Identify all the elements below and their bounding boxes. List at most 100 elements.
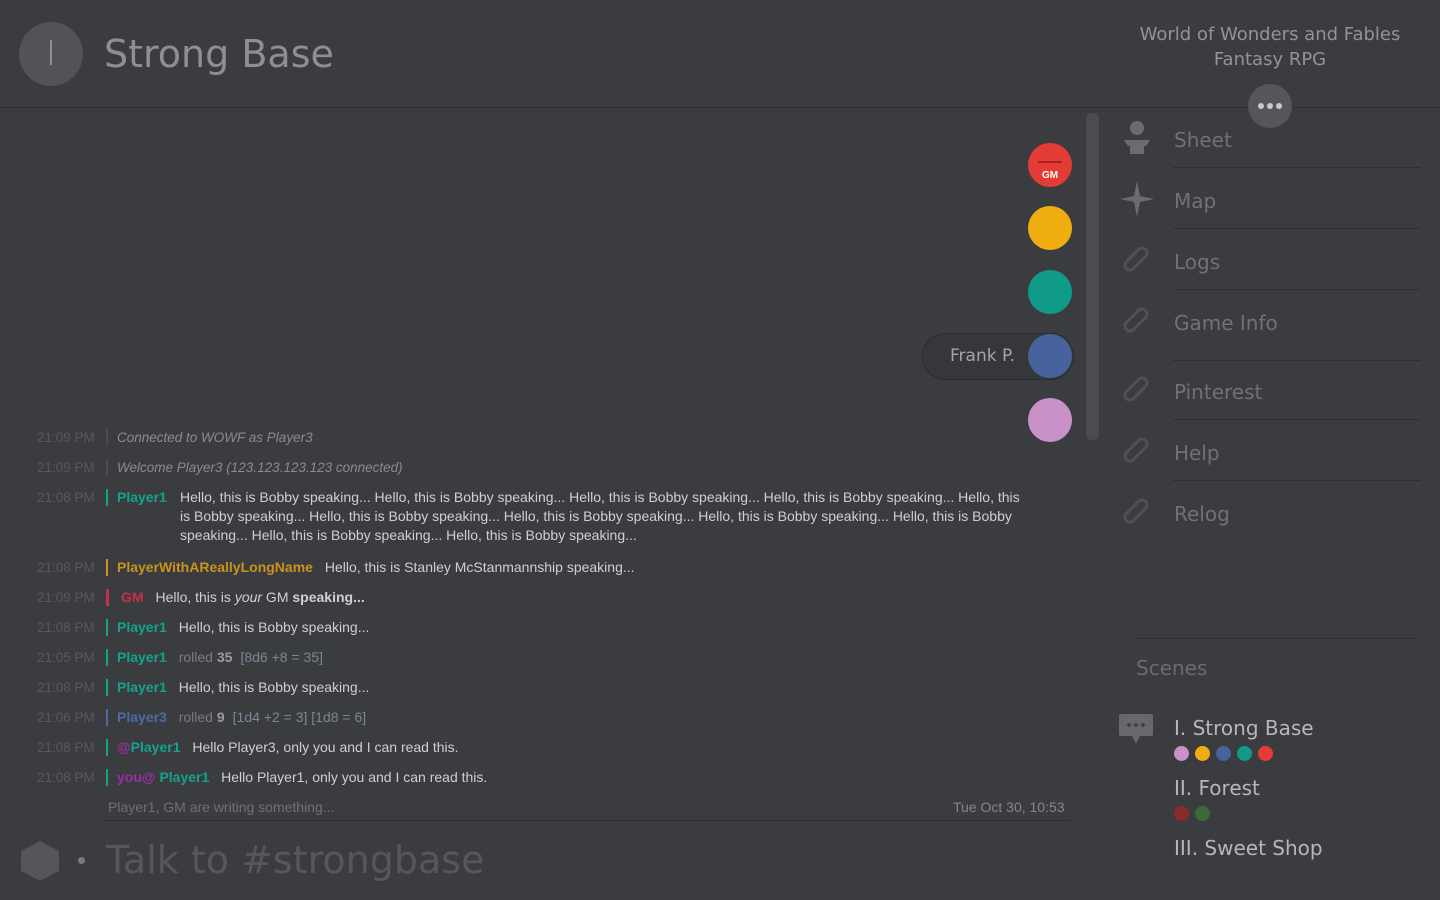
- emphasis-text: your: [234, 589, 263, 605]
- scene-item-forest[interactable]: II. Forest: [1174, 776, 1260, 821]
- menu-item-help[interactable]: Help: [1116, 429, 1420, 481]
- message-body: Welcome Player3 (123.123.123.123 connect…: [117, 458, 1029, 477]
- message-time: 21:09 PM: [37, 460, 95, 475]
- player-avatar[interactable]: [1028, 398, 1072, 442]
- message-bar: [106, 619, 108, 636]
- message-text: Hello Player3, only you and I can read t…: [192, 739, 459, 755]
- menu-item-label: Map: [1174, 189, 1217, 213]
- menu-item-label: Pinterest: [1174, 380, 1263, 404]
- message-time: 21:06 PM: [37, 710, 95, 725]
- menu-item-relog[interactable]: Relog: [1116, 490, 1420, 542]
- link-icon: [1123, 437, 1149, 463]
- scene-name: I. Strong Base: [1174, 716, 1314, 740]
- message-text: Hello, this is Bobby speaking... Hello, …: [180, 489, 1020, 543]
- menu-divider: [1173, 289, 1420, 290]
- dice-hex-icon[interactable]: [21, 841, 59, 881]
- message-body: Player1 Hello, this is Bobby speaking... …: [117, 488, 1029, 545]
- message-body: Player1 Hello, this is Bobby speaking...: [117, 678, 1029, 697]
- message-time: 21:09 PM: [37, 430, 95, 445]
- roll-value: 9: [216, 709, 225, 725]
- menu-item-map[interactable]: Map: [1116, 177, 1420, 229]
- menu-item-label: Relog: [1174, 502, 1230, 526]
- message-time: 21:09 PM: [37, 590, 95, 605]
- menu-item-label: Help: [1174, 441, 1220, 465]
- sender-name[interactable]: GM: [121, 589, 144, 605]
- menu-item-pinterest[interactable]: Pinterest: [1116, 368, 1420, 420]
- message-bar: [106, 739, 108, 756]
- game-name: World of Wonders and Fables Fantasy RPG: [1120, 22, 1420, 72]
- more-dot-icon: [1258, 103, 1264, 109]
- top-header: I Strong Base World of Wonders and Fable…: [0, 0, 1440, 108]
- character-sheet-icon: [1124, 121, 1150, 154]
- message-time: 21:08 PM: [37, 620, 95, 635]
- player-dot: [1258, 746, 1273, 761]
- message-body: Player1 Hello, this is Bobby speaking...: [117, 618, 1029, 637]
- gm-avatar-label: GM: [1041, 170, 1059, 181]
- current-datetime: Tue Oct 30, 10:53: [953, 799, 1065, 815]
- chat-scrollbar[interactable]: [1086, 113, 1099, 440]
- player-avatar[interactable]: [1028, 206, 1072, 250]
- menu-item-logs[interactable]: Logs: [1116, 238, 1420, 290]
- player-avatar-frank[interactable]: [1028, 334, 1072, 378]
- chat-input[interactable]: [106, 834, 1066, 886]
- message-bar: [106, 679, 108, 696]
- sender-name[interactable]: Player1: [117, 679, 167, 695]
- message-bar: [106, 649, 108, 666]
- compass-star-icon: [1120, 181, 1154, 217]
- game-system: Fantasy RPG: [1213, 49, 1327, 70]
- menu-item-label: Sheet: [1174, 128, 1232, 152]
- message-body: Player1 rolled 35 [8d6 +8 = 35]: [117, 648, 1029, 667]
- scene-item-sweet-shop[interactable]: III. Sweet Shop: [1174, 836, 1323, 860]
- roll-action: rolled: [178, 649, 213, 665]
- player-dot: [1195, 746, 1210, 761]
- typing-indicator: Player1, GM are writing something...: [108, 799, 335, 815]
- player-dot: [1174, 806, 1189, 821]
- bold-text: speaking...: [292, 589, 365, 605]
- sender-name[interactable]: Player3: [117, 709, 167, 725]
- message-bar: [106, 459, 108, 476]
- message-body: @Player1 Hello Player3, only you and I c…: [117, 738, 1029, 757]
- message-bar: [106, 559, 108, 576]
- input-bullet-icon: [78, 857, 85, 864]
- scene-players: [1174, 746, 1314, 761]
- link-icon: [1123, 376, 1149, 402]
- roll-detail: [8d6 +8 = 35]: [240, 649, 323, 665]
- message-text: Hello, this is Bobby speaking...: [178, 679, 370, 695]
- scene-name: III. Sweet Shop: [1174, 836, 1323, 860]
- scene-players: [1174, 806, 1260, 821]
- menu-divider: [1173, 419, 1420, 420]
- message-text: Hello, this is Stanley McStanmannship sp…: [324, 559, 635, 575]
- message-time: 21:08 PM: [37, 680, 95, 695]
- menu-item-game-info[interactable]: Game Info: [1116, 299, 1420, 351]
- message-body: you@ Player1 Hello Player1, only you and…: [117, 768, 1029, 787]
- roll-detail: [1d4 +2 = 3] [1d8 = 6]: [232, 709, 367, 725]
- sender-name[interactable]: PlayerWithAReallyLongName: [117, 559, 313, 575]
- sender-name[interactable]: Player1: [159, 769, 209, 785]
- player-avatar[interactable]: [1028, 270, 1072, 314]
- message-body: Player3 rolled 9 [1d4 +2 = 3] [1d8 = 6]: [117, 708, 1029, 727]
- link-icon: [1123, 307, 1149, 333]
- gm-hat-icon: [1038, 149, 1062, 163]
- sender-name[interactable]: Player1: [117, 488, 172, 507]
- message-body: Connected to WOWF as Player3: [117, 428, 1029, 447]
- more-options-button[interactable]: [1248, 84, 1292, 128]
- player-dot: [1237, 746, 1252, 761]
- whisper-prefix: you@: [117, 769, 156, 785]
- sender-name[interactable]: Player1: [117, 649, 167, 665]
- sender-name[interactable]: Player1: [117, 619, 167, 635]
- message-time: 21:05 PM: [37, 650, 95, 665]
- player-dot: [1216, 746, 1231, 761]
- message-bar: [106, 769, 108, 786]
- scene-name: II. Forest: [1174, 776, 1260, 800]
- chat-bubble-icon: [1119, 714, 1153, 744]
- menu-divider: [1173, 480, 1420, 481]
- scene-item-strong-base[interactable]: I. Strong Base: [1174, 716, 1314, 761]
- message-text: GM: [262, 589, 293, 605]
- message-text: Hello Player1, only you and I can read t…: [221, 769, 488, 785]
- sender-name[interactable]: Player1: [131, 739, 181, 755]
- message-bar: [106, 429, 108, 446]
- message-text: Hello, this is: [155, 589, 235, 605]
- scene-number-badge[interactable]: I: [19, 22, 83, 86]
- link-icon: [1123, 498, 1149, 524]
- gm-avatar[interactable]: GM: [1028, 143, 1072, 187]
